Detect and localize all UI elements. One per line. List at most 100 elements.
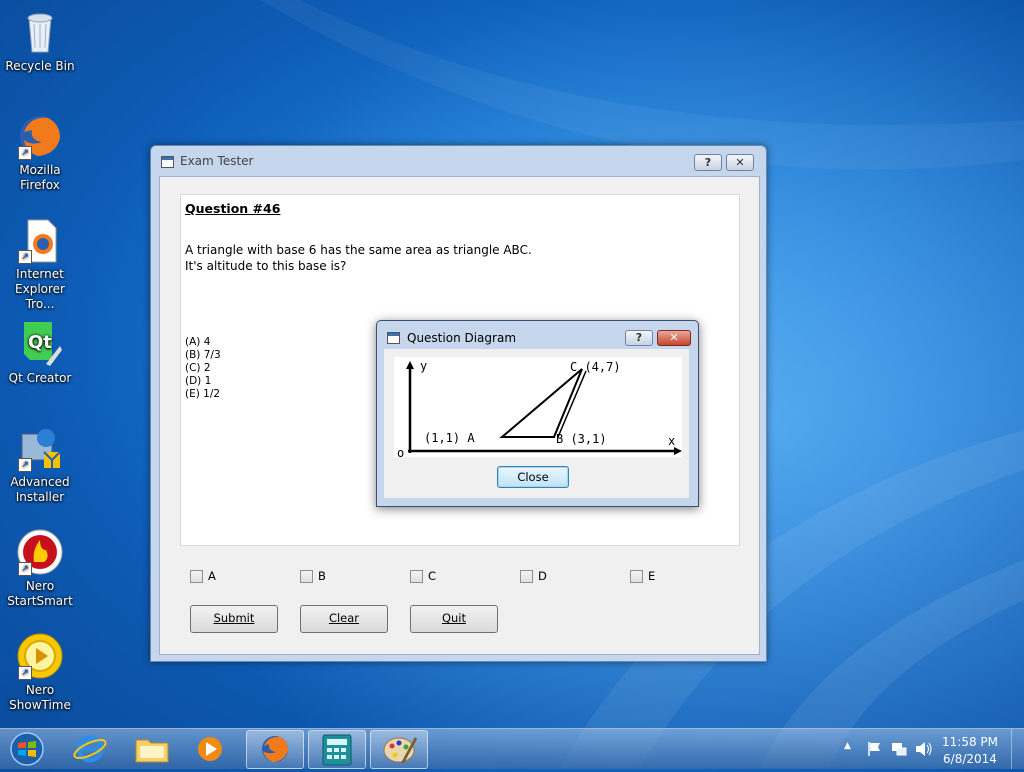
- nero-showtime-icon: ↗: [16, 632, 64, 680]
- diagram-svg: y x o (1,1) A B (3,1) C (4,7): [397, 359, 682, 460]
- nero-startsmart-icon: ↗: [16, 528, 64, 576]
- point-c-label: C (4,7): [570, 360, 621, 374]
- windows-logo-icon: [10, 732, 44, 766]
- dialog-client-area: y x o (1,1) A B (3,1) C (4,7) Close: [384, 349, 689, 498]
- question-line-1: A triangle with base 6 has the same area…: [185, 243, 532, 257]
- taskbar-paint[interactable]: [370, 730, 428, 769]
- checkbox-box[interactable]: [630, 570, 643, 583]
- clock-date: 6/8/2014: [943, 752, 997, 766]
- checkbox-box[interactable]: [190, 570, 203, 583]
- triangle-edge: [557, 370, 587, 438]
- taskbar-clock[interactable]: 11:58 PM 6/8/2014: [942, 734, 998, 768]
- folder-icon: [135, 739, 169, 763]
- checkbox-box[interactable]: [410, 570, 423, 583]
- desktop-icon-nero-showtime[interactable]: ↗ Nero ShowTime: [4, 632, 76, 713]
- paint-palette-icon: [383, 737, 417, 763]
- option-d-text: (D) 1: [185, 375, 212, 387]
- checkbox-d[interactable]: D: [520, 569, 547, 583]
- desktop-icon-ie-troubleshooter[interactable]: ↗ Internet Explorer Tro...: [4, 216, 76, 312]
- close-window-button[interactable]: ✕: [726, 154, 754, 171]
- firefox-icon: [262, 736, 288, 762]
- dialog-app-icon: [387, 332, 400, 344]
- submit-button[interactable]: Submit: [190, 605, 278, 633]
- shortcut-arrow-icon: ↗: [18, 666, 32, 680]
- clock-time: 11:58 PM: [942, 735, 998, 749]
- desktop-icon-label: Mozilla Firefox: [19, 163, 61, 192]
- svg-text:Qt: Qt: [28, 332, 52, 353]
- dialog-title: Question Diagram: [407, 331, 517, 345]
- shortcut-arrow-icon: ↗: [18, 146, 32, 160]
- option-e-text: (E) 1/2: [185, 388, 221, 400]
- y-axis-label: y: [420, 359, 427, 373]
- firefox-icon: ↗: [16, 112, 64, 160]
- dialog-help-button[interactable]: ?: [625, 330, 653, 346]
- taskbar-explorer[interactable]: [124, 730, 180, 767]
- checkbox-box[interactable]: [520, 570, 533, 583]
- action-center-flag-icon[interactable]: [866, 740, 884, 758]
- checkbox-b[interactable]: B: [300, 569, 326, 583]
- option-b-text: (B) 7/3: [185, 349, 221, 361]
- checkbox-box[interactable]: [300, 570, 313, 583]
- start-button[interactable]: [4, 730, 50, 768]
- triangle-abc: [499, 368, 583, 438]
- window-titlebar[interactable]: Exam Tester ? ✕: [151, 146, 766, 176]
- checkbox-e[interactable]: E: [630, 569, 655, 583]
- desktop-icon-nero-startsmart[interactable]: ↗ Nero StartSmart: [4, 528, 76, 609]
- option-a-text: (A) 4: [185, 336, 211, 348]
- show-desktop-button[interactable]: [1011, 729, 1024, 769]
- desktop-icon-firefox[interactable]: ↗ Mozilla Firefox: [4, 112, 76, 193]
- internet-explorer-icon: [73, 735, 107, 763]
- checkbox-label: A: [208, 569, 216, 583]
- shortcut-arrow-icon: ↗: [18, 250, 32, 264]
- point-b-label: B (3,1): [556, 432, 607, 446]
- desktop-icon-advanced-installer[interactable]: ↗ Advanced Installer: [4, 424, 76, 505]
- network-icon[interactable]: [890, 740, 908, 758]
- volume-icon[interactable]: [914, 740, 934, 758]
- clear-button[interactable]: Clear: [300, 605, 388, 633]
- dialog-close-button[interactable]: Close: [497, 466, 569, 488]
- desktop-icon-qt-creator[interactable]: Qt Qt Creator: [4, 320, 76, 386]
- quit-button[interactable]: Quit: [410, 605, 498, 633]
- desktop-icon-label: Recycle Bin: [5, 59, 75, 73]
- desktop-icon-label: Nero ShowTime: [9, 683, 71, 712]
- question-line-2: It's altitude to this base is?: [185, 259, 347, 273]
- shortcut-arrow-icon: ↗: [18, 562, 32, 576]
- checkbox-c[interactable]: C: [410, 569, 436, 583]
- recycle-bin-icon: [16, 8, 64, 56]
- taskbar-media-player[interactable]: [184, 730, 240, 767]
- x-axis-label: x: [668, 434, 675, 448]
- checkbox-label: D: [538, 569, 547, 583]
- triangle-diagram: y x o (1,1) A B (3,1) C (4,7): [394, 357, 682, 460]
- help-button[interactable]: ?: [694, 154, 722, 171]
- checkbox-label: C: [428, 569, 437, 583]
- window-title: Exam Tester: [180, 154, 254, 168]
- ie-troubleshooter-icon: ↗: [16, 216, 64, 264]
- taskbar-firefox[interactable]: [246, 730, 304, 769]
- y-axis-arrow: [406, 361, 414, 369]
- window-app-icon: [161, 156, 174, 168]
- desktop-icon-label: Internet Explorer Tro...: [15, 267, 65, 311]
- dialog-close-x-button[interactable]: ✕: [657, 330, 691, 346]
- taskbar-ie[interactable]: [62, 730, 118, 767]
- option-c-text: (C) 2: [185, 362, 211, 374]
- desktop-icon-label: Qt Creator: [8, 371, 72, 385]
- taskbar-calculator[interactable]: [308, 730, 366, 769]
- desktop-icon-recycle-bin[interactable]: Recycle Bin: [4, 8, 76, 74]
- desktop-icon-label: Advanced Installer: [10, 475, 70, 504]
- qt-creator-icon: Qt: [16, 320, 64, 368]
- checkbox-a[interactable]: A: [190, 569, 216, 583]
- advanced-installer-icon: ↗: [16, 424, 64, 472]
- calculator-icon: [322, 734, 352, 766]
- desktop-icon-label: Nero StartSmart: [7, 579, 73, 608]
- answer-options: (A) 4 (B) 7/3 (C) 2 (D) 1 (E) 1/2: [185, 336, 221, 401]
- question-title: Question #46: [185, 201, 281, 216]
- x-axis-arrow: [674, 447, 682, 455]
- answer-checkboxes: A B C D E: [190, 569, 750, 587]
- taskbar: ▲ 11:58 PM 6/8/2014: [0, 728, 1024, 769]
- origin-label: o: [397, 446, 404, 457]
- point-a-label: (1,1) A: [424, 431, 475, 445]
- tray-show-hidden-icon[interactable]: ▲: [844, 741, 851, 751]
- checkbox-label: B: [318, 569, 326, 583]
- shortcut-arrow-icon: ↗: [18, 458, 32, 472]
- checkbox-label: E: [648, 569, 656, 583]
